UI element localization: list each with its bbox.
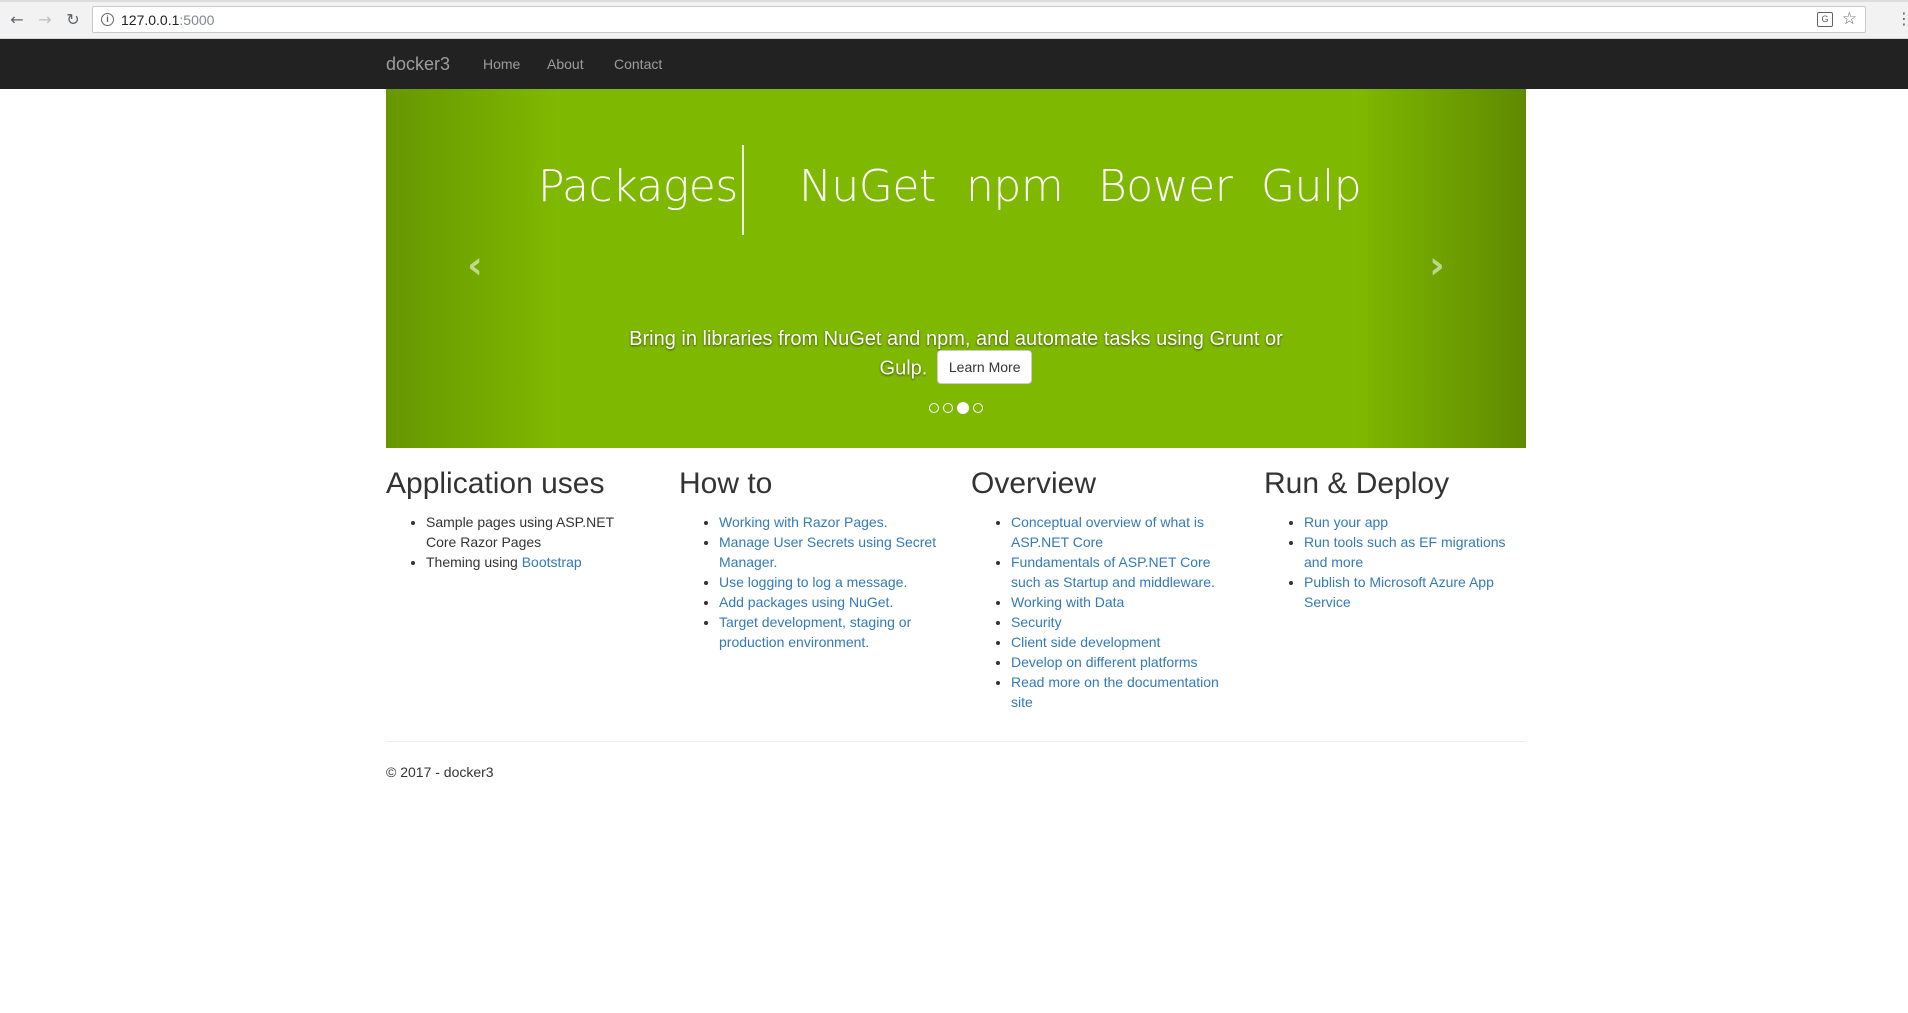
- bootstrap-link[interactable]: Bootstrap: [522, 554, 582, 570]
- forward-arrow-icon[interactable]: →: [36, 10, 54, 29]
- banner-item-bower: Bower: [1098, 161, 1233, 212]
- nav-link-about[interactable]: About: [547, 56, 584, 72]
- column-list: Working with Razor Pages. Manage User Se…: [679, 512, 941, 652]
- list-link[interactable]: Run your app: [1304, 514, 1388, 530]
- list-item: Sample pages using ASP.NET Core Razor Pa…: [426, 512, 648, 552]
- carousel-indicators: [386, 402, 1526, 414]
- list-item: Add packages using NuGet.: [719, 592, 941, 612]
- carousel: Packages NuGet npm Bower Gulp ‹ › Bring …: [386, 89, 1526, 448]
- list-item-prefix: Theming using: [426, 554, 522, 570]
- column-overview: Overview Conceptual overview of what is …: [971, 460, 1233, 712]
- column-run-deploy: Run & Deploy Run your app Run tools such…: [1264, 460, 1526, 612]
- address-bar[interactable]: i 127.0.0.1:5000 G ☆: [92, 6, 1866, 33]
- browser-menu-icon[interactable]: ⋮: [1896, 9, 1908, 29]
- list-item: Client side development: [1011, 632, 1233, 652]
- list-link[interactable]: Target development, staging or productio…: [719, 614, 911, 650]
- list-link[interactable]: Client side development: [1011, 634, 1160, 650]
- list-item: Fundamentals of ASP.NET Core such as Sta…: [1011, 552, 1233, 592]
- carousel-caption: Bring in libraries from NuGet and npm, a…: [606, 325, 1306, 384]
- list-item: Security: [1011, 612, 1233, 632]
- navbar-brand[interactable]: docker3: [386, 54, 450, 75]
- list-link[interactable]: Read more on the documentation site: [1011, 674, 1219, 710]
- footer-divider: [386, 741, 1526, 742]
- list-link[interactable]: Use logging to log a message.: [719, 574, 907, 590]
- nav-link-contact[interactable]: Contact: [614, 56, 662, 72]
- list-item: Working with Data: [1011, 592, 1233, 612]
- url-host: 127.0.0.1: [121, 12, 180, 28]
- list-link[interactable]: Fundamentals of ASP.NET Core such as Sta…: [1011, 554, 1215, 590]
- column-list: Sample pages using ASP.NET Core Razor Pa…: [386, 512, 648, 572]
- banner-title: Packages: [538, 161, 738, 212]
- list-link[interactable]: Develop on different platforms: [1011, 654, 1198, 670]
- learn-more-button[interactable]: Learn More: [936, 350, 1033, 384]
- list-item: Target development, staging or productio…: [719, 612, 941, 652]
- list-item: Publish to Microsoft Azure App Service: [1304, 572, 1526, 612]
- list-item: Read more on the documentation site: [1011, 672, 1233, 712]
- column-heading: Run & Deploy: [1264, 467, 1450, 500]
- chevron-right-icon[interactable]: ›: [1422, 246, 1452, 284]
- url-port: :5000: [179, 12, 215, 28]
- list-link[interactable]: Security: [1011, 614, 1062, 630]
- list-item: Conceptual overview of what is ASP.NET C…: [1011, 512, 1233, 552]
- list-link[interactable]: Manage User Secrets using Secret Manager…: [719, 534, 936, 570]
- list-item: Run your app: [1304, 512, 1526, 532]
- column-heading: Overview: [971, 467, 1097, 500]
- bookmark-star-icon[interactable]: ☆: [1842, 9, 1857, 29]
- address-bar-url[interactable]: 127.0.0.1:5000: [121, 12, 214, 28]
- list-link[interactable]: Publish to Microsoft Azure App Service: [1304, 574, 1494, 610]
- chevron-left-icon[interactable]: ‹: [460, 246, 490, 284]
- back-arrow-icon[interactable]: ←: [8, 10, 26, 29]
- site-navbar: docker3 Home About Contact: [0, 39, 1908, 89]
- column-application-uses: Application uses Sample pages using ASP.…: [386, 460, 648, 572]
- nav-link-home[interactable]: Home: [483, 56, 520, 72]
- list-item: Run tools such as EF migrations and more: [1304, 532, 1526, 572]
- column-heading: Application uses: [386, 467, 605, 500]
- column-list: Run your app Run tools such as EF migrat…: [1264, 512, 1526, 612]
- info-icon[interactable]: i: [101, 13, 114, 26]
- carousel-indicator-active[interactable]: [957, 402, 969, 414]
- browser-toolbar: ← → ↻ i 127.0.0.1:5000 G ☆ ⋮: [0, 0, 1908, 39]
- banner-divider: [742, 145, 744, 235]
- list-link[interactable]: Add packages using NuGet.: [719, 594, 893, 610]
- banner-item-gulp: Gulp: [1261, 161, 1362, 212]
- reload-icon[interactable]: ↻: [64, 10, 82, 29]
- list-link[interactable]: Run tools such as EF migrations and more: [1304, 534, 1506, 570]
- list-item: Develop on different platforms: [1011, 652, 1233, 672]
- column-heading: How to: [679, 467, 773, 500]
- list-link[interactable]: Conceptual overview of what is ASP.NET C…: [1011, 514, 1204, 550]
- column-how-to: How to Working with Razor Pages. Manage …: [679, 460, 941, 652]
- carousel-indicator[interactable]: [943, 403, 953, 413]
- translate-icon[interactable]: G: [1817, 12, 1833, 27]
- carousel-indicator[interactable]: [929, 403, 939, 413]
- column-list: Conceptual overview of what is ASP.NET C…: [971, 512, 1233, 712]
- list-link[interactable]: Working with Razor Pages.: [719, 514, 888, 530]
- banner-item-nuget: NuGet: [799, 161, 936, 212]
- list-item-text: Sample pages using ASP.NET Core Razor Pa…: [426, 514, 614, 550]
- list-link[interactable]: Working with Data: [1011, 594, 1124, 610]
- tab-strip: [0, 0, 1908, 2]
- banner-item-npm: npm: [966, 161, 1064, 212]
- footer-copyright: © 2017 - docker3: [386, 764, 494, 780]
- list-item: Use logging to log a message.: [719, 572, 941, 592]
- list-item: Theming using Bootstrap: [426, 552, 648, 572]
- carousel-indicator[interactable]: [973, 403, 983, 413]
- list-item: Manage User Secrets using Secret Manager…: [719, 532, 941, 572]
- list-item: Working with Razor Pages.: [719, 512, 941, 532]
